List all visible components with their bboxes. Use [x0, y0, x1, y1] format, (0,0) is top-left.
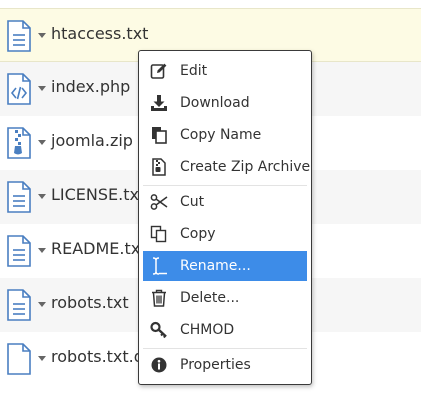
- menu-item-label: Copy: [180, 226, 216, 242]
- caret-down-icon[interactable]: [38, 86, 46, 91]
- menu-separator: [143, 185, 307, 186]
- menu-item-chmod[interactable]: CHMOD: [143, 315, 307, 345]
- menu-item-label: Download: [180, 95, 250, 111]
- caret-down-icon[interactable]: [38, 140, 46, 145]
- menu-item-label: CHMOD: [180, 322, 235, 338]
- menu-item-edit[interactable]: Edit: [143, 56, 307, 86]
- menu-item-cut[interactable]: Cut: [143, 187, 307, 217]
- file-name[interactable]: README.txt: [51, 239, 147, 258]
- blank-file-icon: [7, 343, 31, 375]
- download-icon: [151, 95, 167, 111]
- file-name[interactable]: htaccess.txt: [51, 24, 148, 43]
- menu-item-download[interactable]: Download: [143, 88, 307, 118]
- menu-item-label: Properties: [180, 357, 251, 373]
- menu-item-properties[interactable]: Properties: [143, 350, 307, 380]
- trash-icon: [152, 289, 166, 307]
- caret-down-icon[interactable]: [38, 356, 46, 361]
- caret-down-icon[interactable]: [38, 33, 46, 38]
- menu-item-create-zip[interactable]: Create Zip Archive: [143, 152, 311, 182]
- menu-item-copy[interactable]: Copy: [143, 219, 307, 249]
- zip-archive-icon: [152, 158, 166, 176]
- menu-item-label: Rename...: [180, 258, 251, 274]
- text-file-icon: [7, 289, 31, 321]
- copy-name-icon: [152, 127, 167, 144]
- context-menu: Edit Download Copy Name Create Zip Archi…: [138, 50, 312, 385]
- menu-item-label: Copy Name: [180, 127, 262, 143]
- menu-item-label: Cut: [180, 194, 205, 210]
- text-file-icon: [7, 20, 31, 52]
- info-icon: [151, 357, 167, 373]
- caret-down-icon[interactable]: [38, 302, 46, 307]
- edit-icon: [150, 63, 167, 79]
- zip-file-icon: [7, 127, 31, 159]
- menu-separator: [143, 348, 307, 349]
- caret-down-icon[interactable]: [38, 248, 46, 253]
- menu-item-label: Delete...: [180, 290, 240, 306]
- key-icon: [150, 321, 167, 339]
- copy-icon: [150, 225, 167, 243]
- menu-item-delete[interactable]: Delete...: [143, 283, 307, 313]
- scissors-icon: [150, 194, 168, 210]
- file-name[interactable]: joomla.zip: [51, 131, 133, 150]
- file-name[interactable]: robots.txt: [51, 293, 129, 312]
- file-name[interactable]: LICENSE.txt: [51, 185, 145, 204]
- code-file-icon: [7, 73, 31, 105]
- caret-down-icon[interactable]: [38, 194, 46, 199]
- file-name[interactable]: index.php: [51, 77, 130, 96]
- text-file-icon: [7, 181, 31, 213]
- menu-item-rename[interactable]: Rename...: [143, 251, 307, 281]
- text-cursor-icon: [152, 257, 167, 275]
- menu-item-label: Edit: [180, 63, 208, 79]
- menu-item-copy-name[interactable]: Copy Name: [143, 120, 307, 150]
- menu-item-label: Create Zip Archive: [180, 159, 311, 175]
- text-file-icon: [7, 235, 31, 267]
